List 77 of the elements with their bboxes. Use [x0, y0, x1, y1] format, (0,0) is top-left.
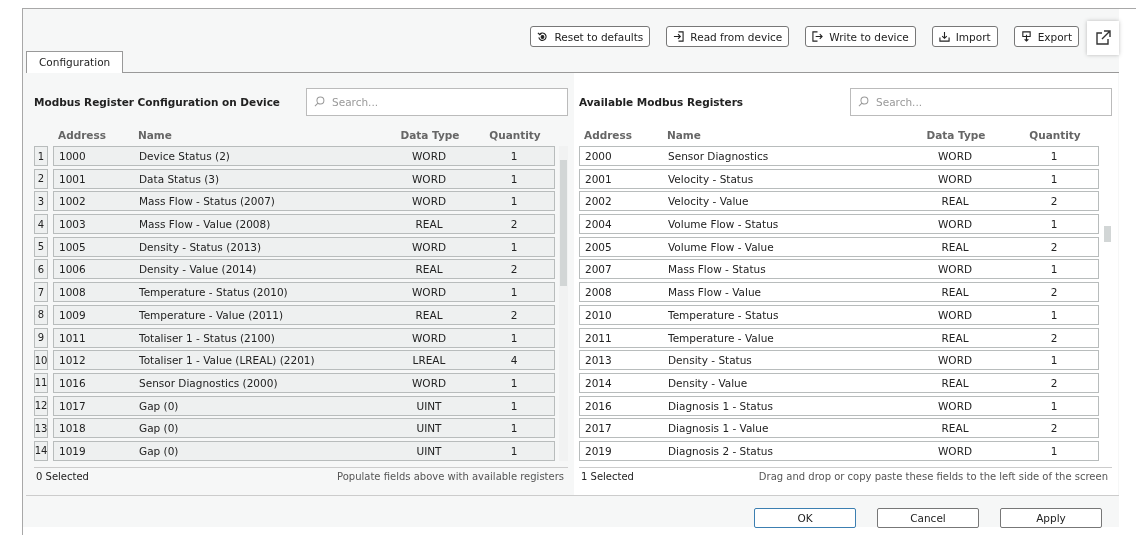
column-header[interactable]: Name: [662, 129, 901, 141]
toolbar-button[interactable]: Read from device: [666, 26, 790, 47]
table-row[interactable]: 2008 Mass Flow - Value REAL 2: [579, 282, 1099, 303]
row-number: 14: [34, 440, 48, 461]
table-row[interactable]: 2005 Volume Flow - Value REAL 2: [579, 236, 1099, 257]
reset-icon: [537, 31, 549, 42]
row-number: 10: [34, 350, 48, 371]
column-header[interactable]: Data Type: [385, 129, 475, 141]
table-row[interactable]: 2017 Diagnosis 1 - Value REAL 2: [579, 418, 1099, 439]
expand-button[interactable]: [1087, 21, 1119, 55]
column-header[interactable]: Address: [579, 129, 662, 141]
row-number: 9: [34, 327, 48, 348]
sign-out-icon: [812, 31, 824, 42]
table-row[interactable]: 2000 Sensor Diagnostics WORD 1: [579, 146, 1099, 166]
table-row[interactable]: 2011 Temperature - Value REAL 2: [579, 327, 1099, 348]
table-row[interactable]: 2013 Density - Status WORD 1: [579, 350, 1099, 371]
row-number: 12: [34, 395, 48, 416]
toolbar-button[interactable]: Write to device: [805, 26, 916, 47]
dialog-button[interactable]: OK: [754, 508, 856, 528]
toolbar-button[interactable]: Import: [931, 26, 998, 47]
toolbar-button[interactable]: Reset to defaults: [530, 26, 651, 47]
panel-title: Available Modbus Registers: [579, 96, 744, 108]
table-row[interactable]: 2019 Diagnosis 2 - Status WORD 1: [579, 440, 1099, 461]
search-field[interactable]: Search...: [306, 88, 568, 116]
upload-icon: [1020, 31, 1032, 42]
table-row[interactable]: 1000 Device Status (2) WORD 1: [53, 146, 555, 166]
dialog-button[interactable]: Cancel: [877, 508, 979, 528]
table-row[interactable]: 1017 Gap (0) UINT 1: [53, 395, 555, 416]
tab[interactable]: Configuration: [26, 51, 124, 73]
table-row[interactable]: 1018 Gap (0) UINT 1: [53, 418, 555, 439]
sign-in-icon: [673, 31, 685, 42]
table-row[interactable]: 2010 Temperature - Status WORD 1: [579, 304, 1099, 325]
row-number: 4: [34, 214, 48, 235]
table-row[interactable]: 2014 Density - Value REAL 2: [579, 372, 1099, 393]
column-header[interactable]: Quantity: [1011, 129, 1099, 141]
table-row[interactable]: 1005 Density - Status (2013) WORD 1: [53, 236, 555, 257]
external-link-icon: [1095, 30, 1111, 46]
table-row[interactable]: 2001 Velocity - Status WORD 1: [579, 168, 1099, 189]
table-row[interactable]: 1009 Temperature - Value (2011) REAL 2: [53, 304, 555, 325]
row-number: 13: [34, 418, 48, 439]
hint-text: Populate fields above with available registers: [337, 470, 564, 482]
table-row[interactable]: 1008 Temperature - Status (2010) WORD 1: [53, 282, 555, 303]
panel-title: Modbus Register Configuration on Device: [34, 96, 280, 108]
search-icon: [314, 96, 325, 107]
row-number: 1: [34, 146, 48, 166]
table-row[interactable]: 2007 Mass Flow - Status WORD 1: [579, 259, 1099, 280]
column-header[interactable]: Quantity: [475, 129, 555, 141]
row-number: 7: [34, 282, 48, 303]
table-row[interactable]: 1001 Data Status (3) WORD 1: [53, 168, 555, 189]
hint-text: Drag and drop or copy paste these fields to the left side of the screen: [758, 470, 1108, 482]
search-field[interactable]: Search...: [850, 88, 1112, 116]
table-row[interactable]: 2004 Volume Flow - Status WORD 1: [579, 214, 1099, 235]
table-row[interactable]: 1012 Totaliser 1 - Value (LREAL) (2201) LREAL 4: [53, 350, 555, 371]
table-row[interactable]: 1011 Totaliser 1 - Status (2100) WORD 1: [53, 327, 555, 348]
scrollbar[interactable]: [559, 146, 568, 461]
download-icon: [938, 31, 950, 42]
dialog-button[interactable]: Apply: [1000, 508, 1102, 528]
column-header[interactable]: Address: [53, 129, 133, 141]
row-number: 8: [34, 304, 48, 325]
table-row[interactable]: 1016 Sensor Diagnostics (2000) WORD 1: [53, 372, 555, 393]
toolbar-button[interactable]: Export: [1013, 26, 1079, 47]
row-number: 6: [34, 259, 48, 280]
table-row[interactable]: 2016 Diagnosis 1 - Status WORD 1: [579, 395, 1099, 416]
row-number: 2: [34, 168, 48, 189]
row-number: 5: [34, 236, 48, 257]
table-row[interactable]: 1006 Density - Value (2014) REAL 2: [53, 259, 555, 280]
column-header[interactable]: Name: [133, 129, 385, 141]
table-row[interactable]: 2002 Velocity - Value REAL 2: [579, 191, 1099, 212]
selection-count: 0 Selected: [36, 470, 89, 482]
table-row[interactable]: 1002 Mass Flow - Status (2007) WORD 1: [53, 191, 555, 212]
table-row[interactable]: 1019 Gap (0) UINT 1: [53, 440, 555, 461]
table-row[interactable]: 1003 Mass Flow - Value (2008) REAL 2: [53, 214, 555, 235]
row-number: 3: [34, 191, 48, 212]
search-icon: [858, 96, 869, 107]
column-header[interactable]: Data Type: [901, 129, 1011, 141]
selection-count: 1 Selected: [581, 470, 634, 482]
row-number: 11: [34, 372, 48, 393]
